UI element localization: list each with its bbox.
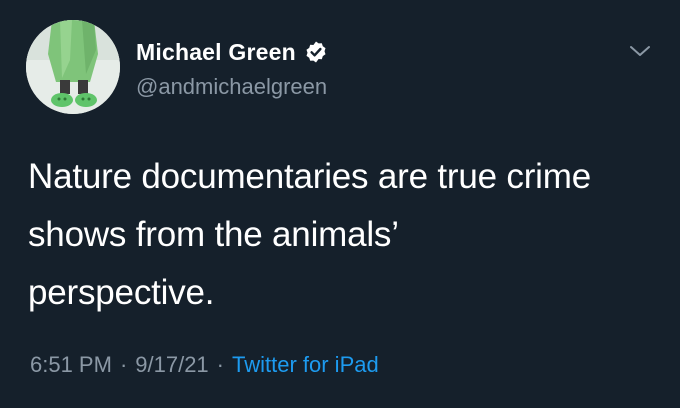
tweet-meta: 6:51 PM · 9/17/21 · Twitter for iPad: [30, 352, 379, 378]
tweet-text: Nature documentaries are true crime show…: [28, 148, 658, 322]
tweet-text-line: Nature documentaries are true crime: [28, 157, 591, 196]
tweet-card: Michael Green @andmichaelgreen Nature do…: [0, 0, 680, 408]
meta-separator: ·: [119, 352, 128, 377]
tweet-time[interactable]: 6:51 PM: [30, 352, 112, 378]
chevron-down-icon[interactable]: [627, 40, 653, 62]
author-name[interactable]: Michael Green: [136, 39, 296, 66]
tweet-text-line: perspective.: [28, 273, 215, 312]
tweet-source-link[interactable]: Twitter for iPad: [232, 352, 379, 378]
tweet-date[interactable]: 9/17/21: [135, 352, 208, 378]
tweet-text-line: shows from the animals’: [28, 215, 399, 254]
author-handle[interactable]: @andmichaelgreen: [136, 74, 327, 100]
author-name-row: Michael Green: [136, 36, 328, 68]
verified-badge-icon: [304, 40, 328, 64]
avatar[interactable]: [26, 20, 120, 114]
meta-separator: ·: [216, 352, 224, 377]
avatar-image: [26, 20, 120, 114]
